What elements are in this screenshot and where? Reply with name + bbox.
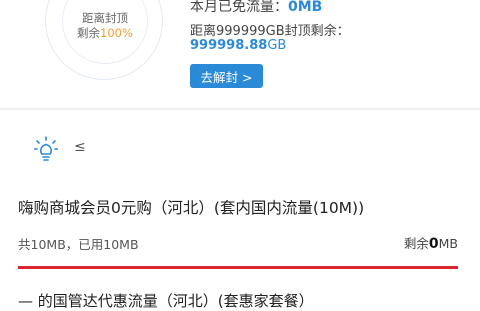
package-total-used: 共10MB，已用10MB: [18, 237, 139, 252]
free-traffic-used: 本月已免流量：0MB: [190, 0, 323, 15]
cap-remaining-value: 999998.88GB: [190, 38, 287, 53]
next-package-title: — 的国管达代惠流量（河北）(套惠家套餐）: [18, 292, 314, 310]
tip-row: ≤: [34, 136, 94, 162]
package-remaining: 剩余0MB: [403, 236, 458, 252]
lightbulb-icon: [34, 136, 58, 161]
tip-text: ≤: [74, 139, 86, 155]
package-remaining-value: 0: [428, 236, 439, 252]
unlock-button[interactable]: 去解封 >: [190, 64, 263, 88]
ring-percent: 100%: [100, 26, 133, 40]
cap-remaining-label: 距离999999GB封顶剩余：: [190, 24, 350, 39]
quota-summary-card: 距离封顶 剩余100% 本月已免流量：0MB 距离999999GB封顶剩余： 9…: [0, 0, 480, 110]
package-title: 嗨购商城会员0元购（河北）(套内国内流量(10M)): [18, 199, 365, 217]
ring-label-remaining: 剩余100%: [77, 26, 133, 40]
ring-label-cap: 距离封顶: [82, 11, 128, 25]
free-traffic-used-value: 0MB: [288, 0, 323, 15]
package-usage-bar: [18, 266, 458, 269]
section-divider: [0, 108, 480, 110]
